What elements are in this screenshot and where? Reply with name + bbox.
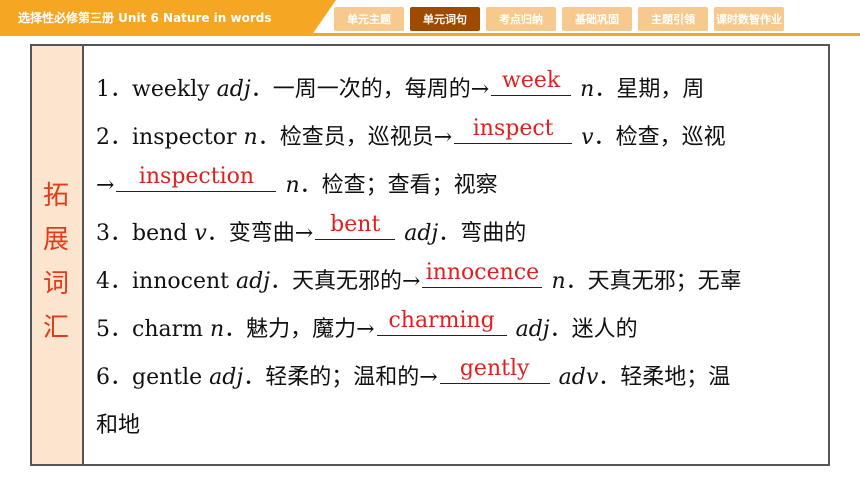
answer-meaning: ．天真无邪；无辜 [565,269,742,294]
section-label-char: 汇 [42,313,69,343]
answer-meaning: ．迷人的 [549,317,638,342]
answer-meaning: ．轻柔地；温 [598,365,731,390]
answer-text: inspect [472,116,554,141]
answer-pos: n [580,77,595,102]
answer-text: gently [459,356,530,381]
answer-meaning: ．弯曲的 [438,221,527,246]
item-meaning: ．魅力，魔力→ [224,317,375,342]
tab-unit-theme[interactable]: 单元主题 [334,7,404,31]
item-meaning: ．轻柔的；温和的→ [243,365,438,390]
section-label-column: 拓 展 词 汇 [32,46,84,464]
section-label-char: 词 [42,269,69,299]
answer-pos: adj [515,317,550,342]
list-item: 2．inspector n．检查员，巡视员→ inspect v．检查，巡视 [96,114,816,162]
item-word: charm [132,317,210,342]
section-label: 拓 展 词 汇 [32,174,80,350]
nav-tabs: 单元主题 单元词句 考点归纳 基础巩固 主题引领 课时数智作业 [334,7,784,31]
tab-basic-practice[interactable]: 基础巩固 [562,7,632,31]
answer-blank: inspection [116,164,277,192]
answer-text: bent [330,212,381,237]
answer-text: week [502,68,561,93]
list-item: 和地 [96,402,816,450]
vocabulary-list: 1．weekly adj．一周一次的，每周的→ week n．星期，周 2．ins… [96,66,816,450]
answer-blank: innocence [422,260,543,288]
header: 选择性必修第三册 Unit 6 Nature in words 单元主题 单元词… [0,0,860,36]
list-item: 1．weekly adj．一周一次的，每周的→ week n．星期，周 [96,66,816,114]
answer-pos: n [285,173,300,198]
vocabulary-panel: 拓 展 词 汇 1．weekly adj．一周一次的，每周的→ week n．星期… [30,44,830,466]
item-pos: adj [216,77,251,102]
item-pos: adj [209,365,244,390]
item-number: 3． [96,221,132,246]
answer-text: innocence [425,260,540,285]
answer-pos: adv [558,365,599,390]
list-item: 6．gentle adj．轻柔的；温和的→ gently adv．轻柔地；温 [96,354,816,402]
item-word: gentle [132,365,210,390]
unit-banner-text: 选择性必修第三册 Unit 6 Nature in words [18,11,272,25]
item-meaning: ．一周一次的，每周的→ [250,77,490,102]
answer-blank: week [491,68,572,96]
item-pos: n [209,317,225,342]
list-item: 5．charm n．魅力，魔力→ charming adj．迷人的 [96,306,816,354]
list-item: 4．innocent adj．天真无邪的→ innocence n．天真无邪；无辜 [96,258,816,306]
answer-pos: n [551,269,566,294]
unit-banner: 选择性必修第三册 Unit 6 Nature in words [0,0,336,34]
answer-blank: charming [376,308,507,336]
item-number: 6． [96,365,132,390]
item-number: 2． [96,125,132,150]
item-meaning: ．变弯曲→ [206,221,314,246]
tab-homework[interactable]: 课时数智作业 [714,7,784,31]
section-label-char: 展 [42,225,69,255]
item-meaning: → [96,173,115,198]
answer-pos: adj [404,221,439,246]
item-word: inspector [132,125,244,150]
tab-unit-vocabulary[interactable]: 单元词句 [410,7,480,31]
item-word: bend [132,221,195,246]
item-pos: adj [235,269,270,294]
tab-theme-guide[interactable]: 主题引领 [638,7,708,31]
header-divider [0,33,860,36]
item-number: 5． [96,317,132,342]
tab-key-points[interactable]: 考点归纳 [486,7,556,31]
item-word: weekly [132,77,217,102]
list-item: 3．bend v．变弯曲→ bent adj．弯曲的 [96,210,816,258]
answer-pos: v [581,125,594,150]
answer-text: inspection [138,164,255,189]
section-label-char: 拓 [42,181,69,211]
item-pos: v [194,221,207,246]
list-item: → inspection n．检查；查看；视察 [96,162,816,210]
item-word: innocent [132,269,236,294]
answer-blank: bent [315,212,396,240]
answer-meaning: ．星期，周 [594,77,705,102]
item-meaning: ．检查员，巡视员→ [257,125,453,150]
answer-meaning: ．检查，巡视 [593,125,726,150]
item-number: 4． [96,269,132,294]
item-pos: n [243,125,258,150]
item-meaning: 和地 [96,413,141,438]
answer-text: charming [388,308,495,333]
item-number: 1． [96,77,132,102]
answer-blank: inspect [454,116,573,144]
answer-blank: gently [439,356,550,384]
answer-meaning: ．检查；查看；视察 [299,173,498,198]
item-meaning: ．天真无邪的→ [270,269,421,294]
